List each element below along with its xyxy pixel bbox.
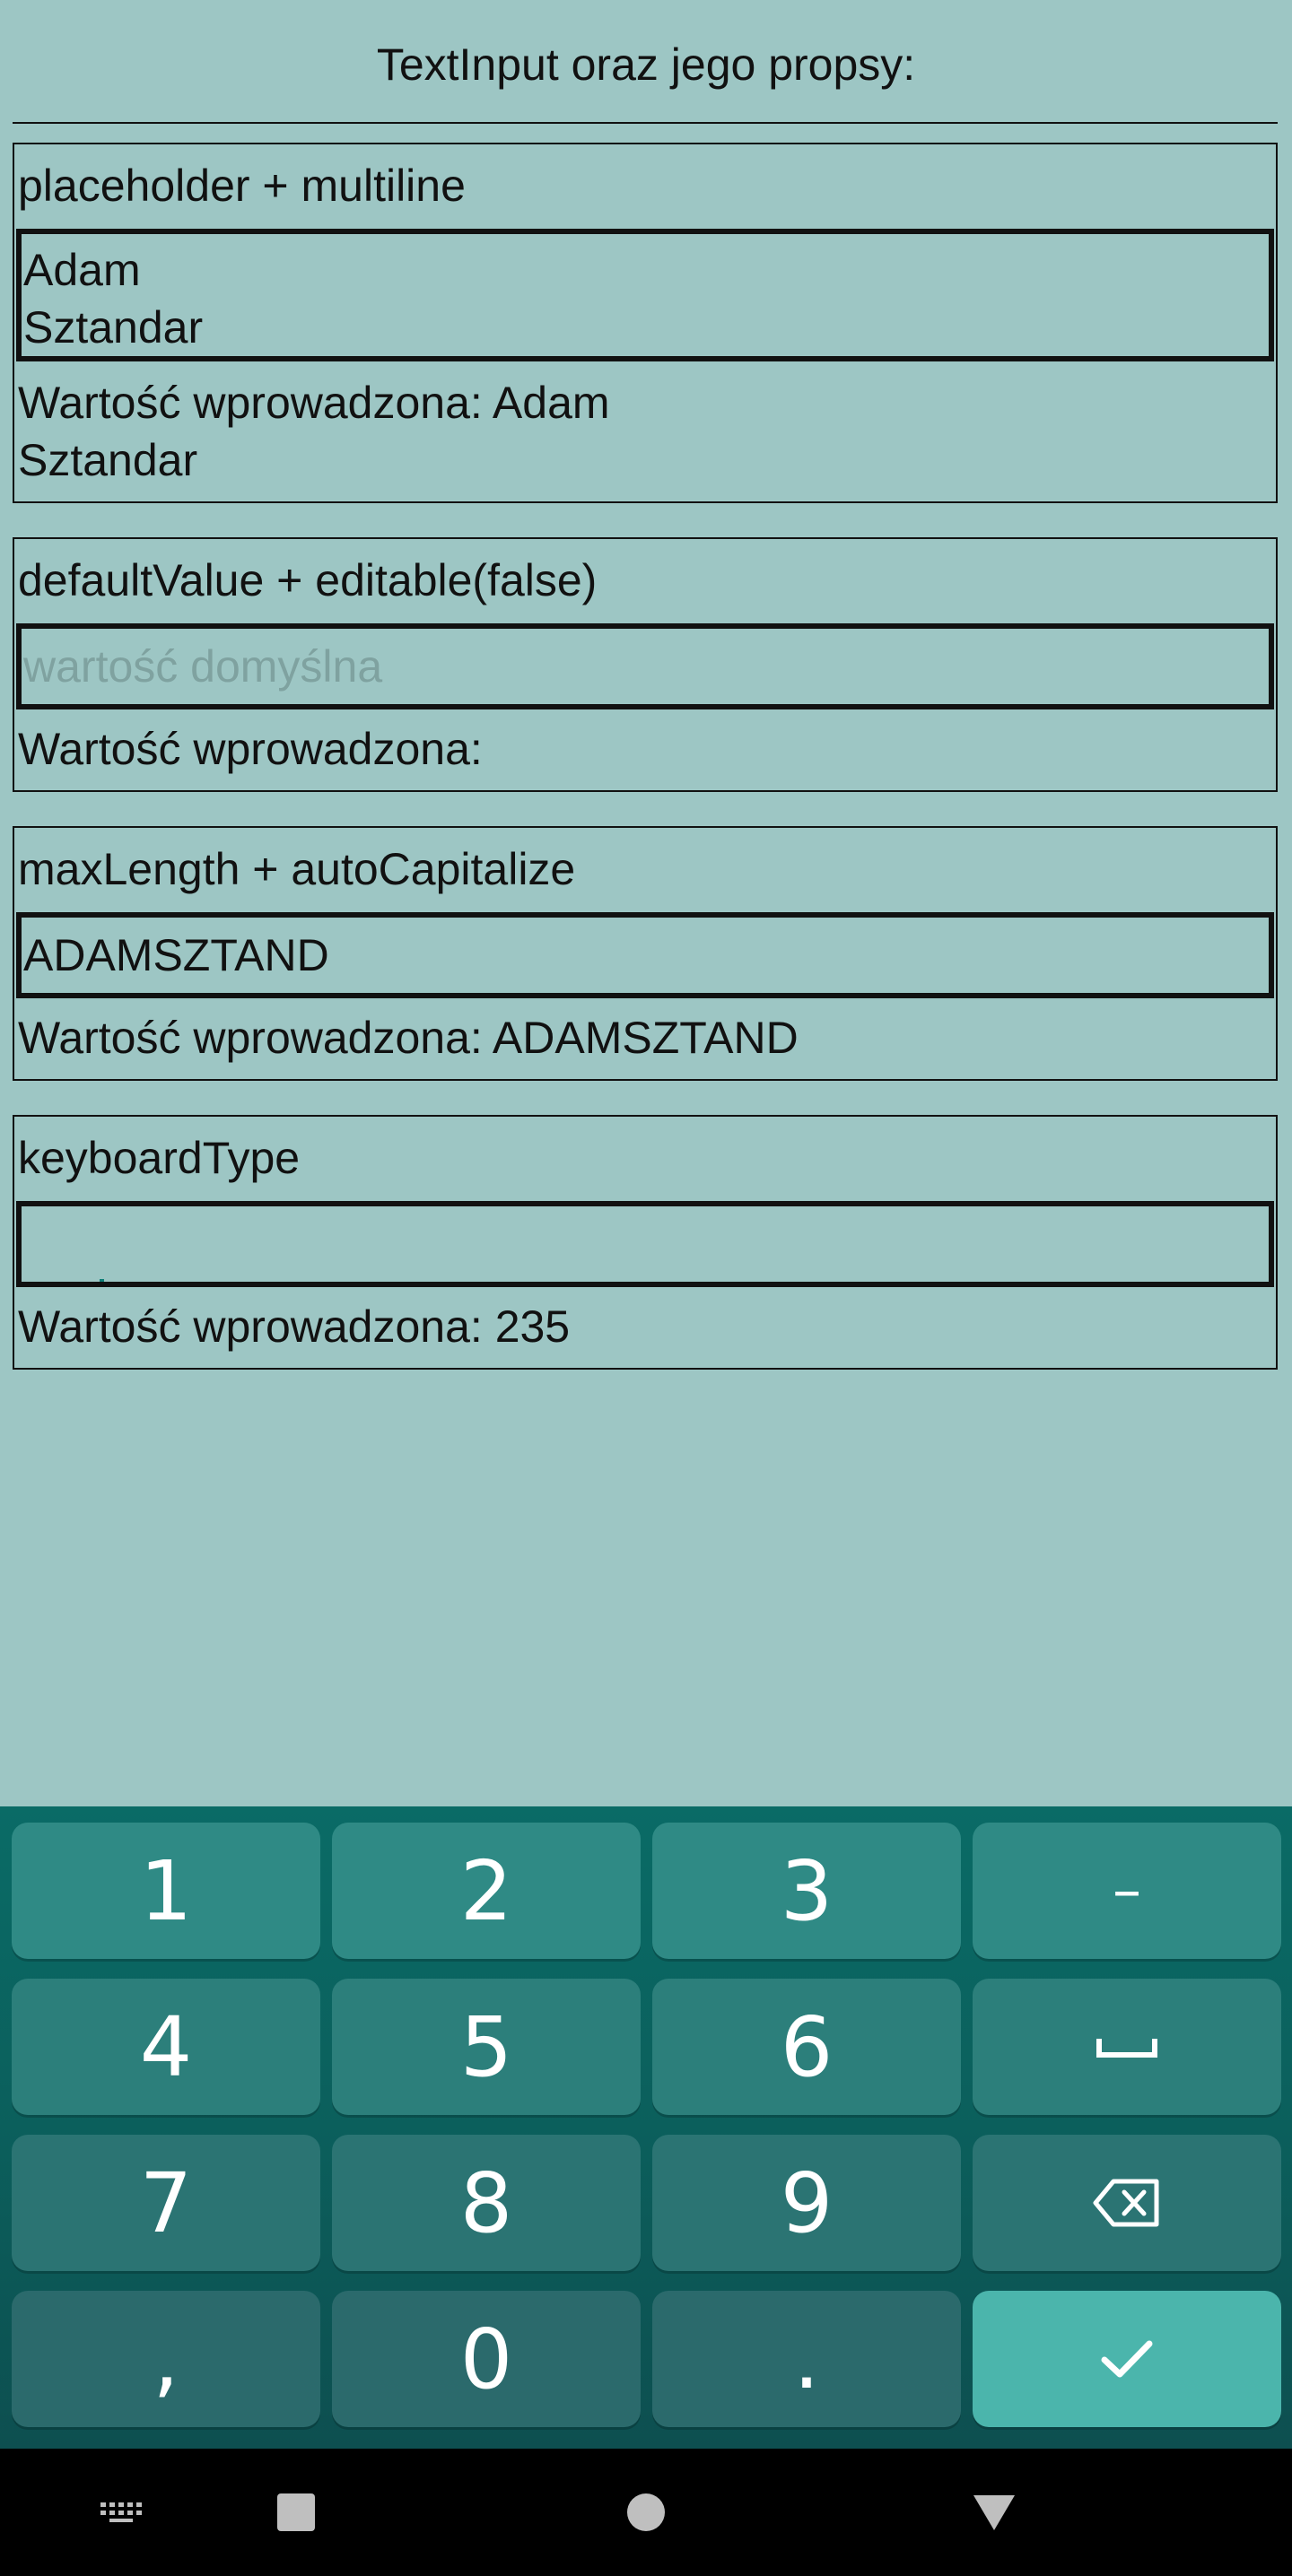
check-icon	[1101, 2340, 1153, 2378]
multiline-text-input[interactable]: Adam Sztandar	[16, 229, 1274, 361]
entered-value-text: Wartość wprowadzona: 235	[18, 1301, 571, 1352]
section-default-value-editable: defaultValue + editable(false) wartość d…	[13, 537, 1278, 792]
key-backspace[interactable]	[973, 2135, 1281, 2271]
home-icon	[627, 2493, 665, 2531]
section-keyboard-type: keyboardType 235 Wartość wprowadzona: 23…	[13, 1115, 1278, 1370]
section-placeholder-multiline: placeholder + multiline Adam Sztandar Wa…	[13, 143, 1278, 503]
numeric-keyboard: 1 2 3 – 4 5 6 7 8 9 , 0 .	[0, 1806, 1292, 2449]
back-icon	[973, 2495, 1015, 2530]
key-period[interactable]: .	[652, 2291, 961, 2427]
home-button[interactable]	[610, 2449, 682, 2576]
recents-button[interactable]	[260, 2449, 332, 2576]
numeric-text-input[interactable]: 235	[16, 1201, 1274, 1287]
space-icon	[1096, 2039, 1157, 2058]
entered-value-text: Wartość wprowadzona: Adam Sztandar	[18, 378, 610, 485]
section-label: keyboardType	[18, 1133, 301, 1183]
keyboard-switch-icon	[100, 2502, 142, 2522]
entered-value-text: Wartość wprowadzona: ADAMSZTAND	[18, 1013, 799, 1063]
key-minus[interactable]: –	[973, 1823, 1281, 1959]
backspace-icon	[1093, 2179, 1159, 2227]
key-6[interactable]: 6	[652, 1979, 961, 2115]
key-2[interactable]: 2	[332, 1823, 641, 1959]
key-8[interactable]: 8	[332, 2135, 641, 2271]
key-done[interactable]	[973, 2291, 1281, 2427]
key-space[interactable]	[973, 1979, 1281, 2115]
section-label: maxLength + autoCapitalize	[18, 844, 576, 894]
title-divider	[13, 122, 1278, 124]
key-0[interactable]: 0	[332, 2291, 641, 2427]
back-button[interactable]	[958, 2449, 1030, 2576]
key-comma[interactable]: ,	[12, 2291, 320, 2427]
input-value: 235	[23, 1276, 98, 1282]
section-label: defaultValue + editable(false)	[18, 555, 598, 605]
maxlength-text-input[interactable]: ADAMSZTAND	[16, 912, 1274, 998]
key-3[interactable]: 3	[652, 1823, 961, 1959]
section-label: placeholder + multiline	[18, 161, 466, 211]
section-maxlength-autocapitalize: maxLength + autoCapitalize ADAMSZTAND Wa…	[13, 826, 1278, 1081]
entered-value-text: Wartość wprowadzona:	[18, 724, 483, 774]
keyboard-switch-button[interactable]	[86, 2449, 158, 2576]
key-1[interactable]: 1	[12, 1823, 320, 1959]
key-7[interactable]: 7	[12, 2135, 320, 2271]
key-5[interactable]: 5	[332, 1979, 641, 2115]
page-title: TextInput oraz jego propsy:	[376, 39, 916, 90]
system-navigation-bar	[0, 2449, 1292, 2576]
key-9[interactable]: 9	[652, 2135, 961, 2271]
recents-icon	[277, 2493, 315, 2531]
key-4[interactable]: 4	[12, 1979, 320, 2115]
text-caret	[100, 1278, 105, 1282]
readonly-text-input: wartość domyślna	[16, 623, 1274, 709]
